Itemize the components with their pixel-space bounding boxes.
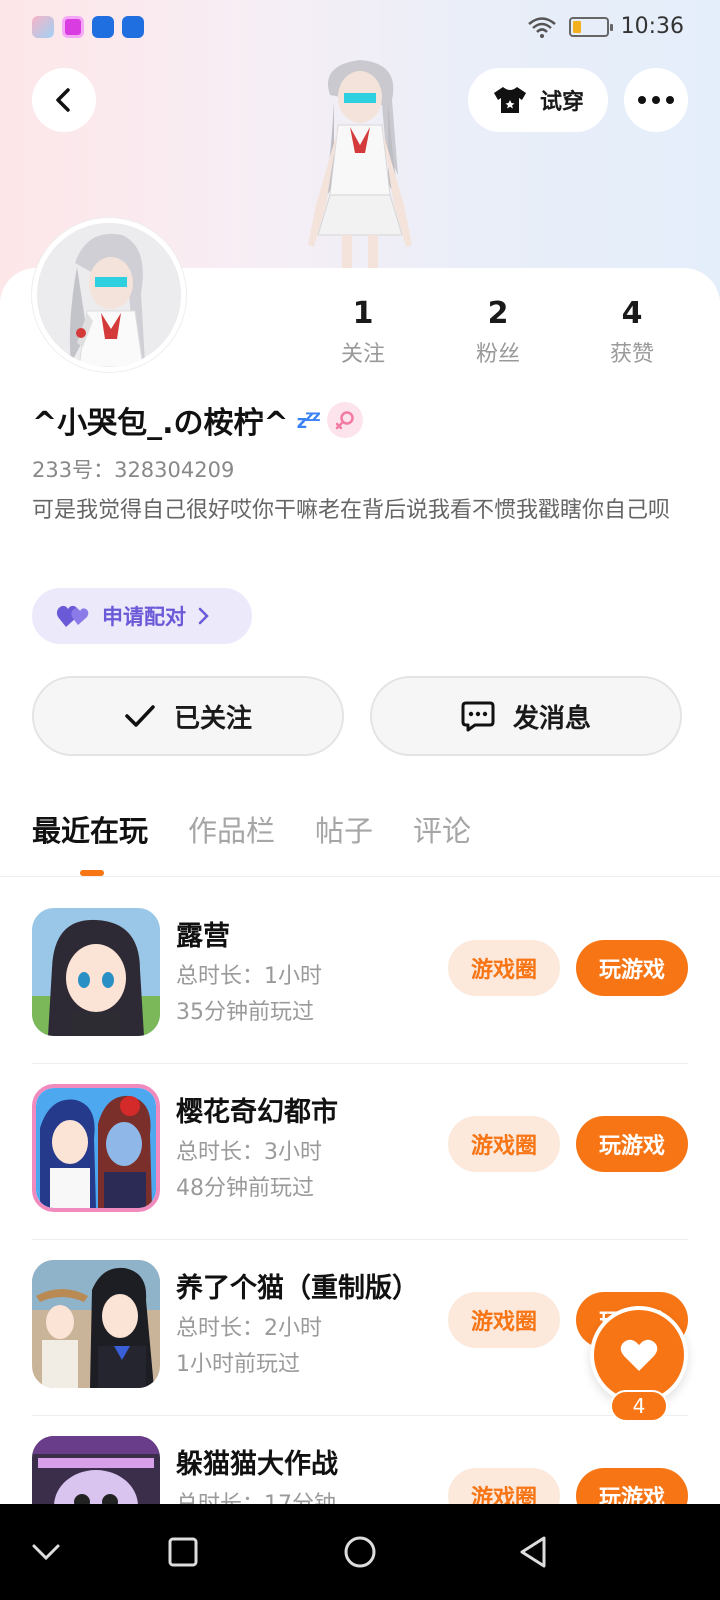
user-bio: 可是我觉得自己很好哎你干嘛老在背后说我看不惯我戳瞎你自己呗 <box>32 498 671 523</box>
home-icon[interactable] <box>342 1534 378 1570</box>
app-notification-icon <box>92 16 114 38</box>
wifi-icon <box>527 16 556 38</box>
avatar-image <box>37 223 181 367</box>
list-item[interactable]: 露营 总时长：1小时 35分钟前玩过 游戏圈 玩游戏 <box>0 888 720 1064</box>
stat-value: 2 <box>487 296 509 331</box>
system-navigation-bar <box>0 1504 720 1600</box>
app-notification-icon <box>32 16 54 38</box>
female-gender-icon <box>326 402 363 438</box>
avatar[interactable] <box>32 218 186 372</box>
play-game-button[interactable]: 玩游戏 <box>576 940 688 996</box>
profile-stats: 1 关注 2 粉丝 4 获赞 <box>300 296 720 376</box>
tab-comments[interactable]: 评论 <box>413 808 471 850</box>
tab-posts[interactable]: 帖子 <box>315 808 373 850</box>
stat-following[interactable]: 1 关注 <box>308 296 418 368</box>
battery-icon <box>568 16 613 37</box>
game-duration: 总时长：1小时 <box>176 964 322 989</box>
heart-icon <box>620 1339 658 1371</box>
game-icon <box>32 1084 160 1212</box>
notification-icons <box>32 16 144 38</box>
game-last-played: 35分钟前玩过 <box>176 1000 314 1025</box>
game-duration: 总时长：2小时 <box>176 1316 322 1341</box>
game-circle-button[interactable]: 游戏圈 <box>448 940 560 996</box>
more-dots-icon <box>638 96 674 104</box>
play-game-button[interactable]: 玩游戏 <box>576 1116 688 1172</box>
game-title: 躲猫猫大作战 <box>176 1449 338 1480</box>
username: ^小哭包_.の桉柠^ <box>32 406 289 441</box>
recent-apps-icon[interactable] <box>165 1534 201 1570</box>
chevron-right-icon <box>198 607 209 625</box>
tabs-divider <box>0 876 720 877</box>
game-last-played: 48分钟前玩过 <box>176 1176 314 1201</box>
chat-bubble-icon <box>461 701 495 732</box>
sleeping-zzz-icon: zzz <box>296 407 321 433</box>
pair-hearts-icon <box>56 605 89 627</box>
checkmark-icon <box>125 705 155 727</box>
apply-pairing-label: 申请配对 <box>102 605 186 629</box>
stat-value: 1 <box>352 296 374 331</box>
game-title: 樱花奇幻都市 <box>176 1097 338 1128</box>
app-notification-icon <box>62 16 84 38</box>
tshirt-icon <box>493 87 526 113</box>
stat-label: 关注 <box>340 342 385 367</box>
profile-tabs: 最近在玩 作品栏 帖子 评论 <box>32 808 471 850</box>
game-title: 养了个猫（重制版） <box>176 1273 419 1304</box>
try-on-button[interactable]: 试穿 <box>468 68 608 132</box>
app-notification-icon <box>122 16 144 38</box>
back-triangle-icon[interactable] <box>516 1534 552 1570</box>
game-circle-button[interactable]: 游戏圈 <box>448 1292 560 1348</box>
chevron-left-icon <box>56 88 70 112</box>
following-label: 已关注 <box>173 703 252 734</box>
tab-recently-played[interactable]: 最近在玩 <box>32 808 148 850</box>
status-time: 10:36 <box>620 14 684 39</box>
game-icon <box>32 908 160 1036</box>
stat-likes[interactable]: 4 获赞 <box>577 296 687 368</box>
chevron-down-icon[interactable] <box>28 1534 64 1570</box>
game-circle-button[interactable]: 游戏圈 <box>448 1116 560 1172</box>
tab-works[interactable]: 作品栏 <box>188 808 275 850</box>
list-item[interactable]: 樱花奇幻都市 总时长：3小时 48分钟前玩过 游戏圈 玩游戏 <box>0 1064 720 1240</box>
game-duration: 总时长：3小时 <box>176 1140 322 1165</box>
apply-pairing-button[interactable]: 申请配对 <box>32 588 252 644</box>
status-bar: 10:36 <box>0 0 720 58</box>
like-count-badge: 4 <box>610 1390 668 1422</box>
following-button[interactable]: 已关注 <box>32 676 344 756</box>
stat-followers[interactable]: 2 粉丝 <box>443 296 553 368</box>
send-message-button[interactable]: 发消息 <box>370 676 682 756</box>
back-button[interactable] <box>32 68 96 132</box>
username-row: ^小哭包_.の桉柠^ zzz <box>32 398 363 442</box>
more-options-button[interactable] <box>624 68 688 132</box>
game-icon <box>32 1260 160 1388</box>
game-title: 露营 <box>176 921 230 952</box>
try-on-label: 试穿 <box>539 90 584 115</box>
stat-value: 4 <box>621 296 643 331</box>
game-last-played: 1小时前玩过 <box>176 1352 300 1377</box>
avatar-character-figure <box>308 60 412 270</box>
user-id: 233号：328304209 <box>32 458 235 482</box>
stat-label: 粉丝 <box>475 342 520 367</box>
send-message-label: 发消息 <box>512 703 591 734</box>
stat-label: 获赞 <box>609 342 654 367</box>
